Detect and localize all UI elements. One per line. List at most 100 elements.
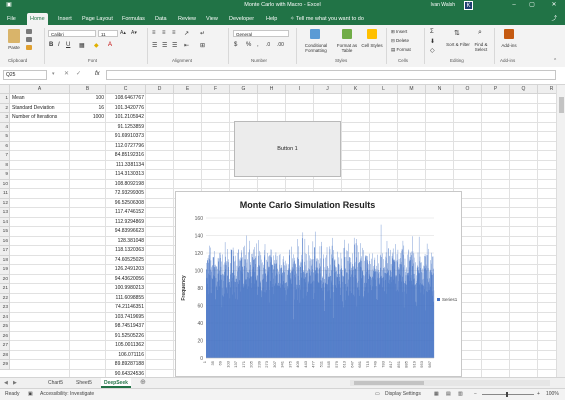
fill-icon[interactable]: ⬇	[430, 38, 435, 45]
fill-color-icon[interactable]: ◆	[94, 42, 99, 49]
find-select-button[interactable]: Find & Select	[470, 42, 492, 52]
close-icon[interactable]: ✕	[547, 1, 561, 10]
zoom-in-icon[interactable]: +	[537, 389, 540, 400]
cell-c27[interactable]: 105.0011362	[106, 341, 144, 351]
format-painter-icon[interactable]	[26, 45, 32, 50]
row-header-12[interactable]: 12	[0, 198, 10, 208]
sheet-tab-chart5[interactable]: Chart5	[45, 378, 66, 388]
tell-me-box[interactable]: ✧ Tell me what you want to do	[290, 13, 364, 25]
delete-button[interactable]: ⊟ Delete	[391, 38, 409, 44]
cancel-icon[interactable]: ✕	[64, 70, 69, 77]
tab-data[interactable]: Data	[152, 13, 170, 25]
column-header-g[interactable]: G	[230, 85, 258, 94]
row-header-8[interactable]: 8	[0, 160, 10, 170]
row-header-6[interactable]: 6	[0, 141, 10, 151]
cell-c19[interactable]: 126.2491203	[106, 265, 144, 275]
row-header-22[interactable]: 22	[0, 293, 10, 303]
column-header-o[interactable]: O	[454, 85, 482, 94]
monte-carlo-chart[interactable]: Monte Carlo Simulation Results 0 20 40 60 80 1…	[175, 191, 462, 377]
cell-c1[interactable]: 108.6467767	[106, 94, 144, 104]
accessibility-status[interactable]: Accessibility: Investigate	[40, 389, 94, 400]
tab-page-layout[interactable]: Page Layout	[79, 13, 116, 25]
insert-function-icon[interactable]: fx	[95, 71, 100, 77]
number-format-select[interactable]: General	[233, 30, 289, 37]
tab-file[interactable]: File	[4, 13, 19, 25]
cell-styles-icon[interactable]	[367, 29, 377, 39]
cell-c12[interactable]: 96.52506308	[106, 199, 144, 209]
cell-a2[interactable]: Standard Deviation	[12, 104, 55, 114]
cell-c14[interactable]: 112.9294869	[106, 218, 144, 228]
row-header-25[interactable]: 25	[0, 322, 10, 332]
cell-c11[interactable]: 72.93299305	[106, 189, 144, 199]
format-as-table-button[interactable]: Format as Table	[334, 43, 360, 53]
merge-center-icon[interactable]: ⊞	[200, 42, 205, 49]
row-header-21[interactable]: 21	[0, 284, 10, 294]
user-name[interactable]: Ivan Walsh	[430, 2, 455, 8]
cell-c2[interactable]: 101.3420776	[106, 104, 144, 114]
horizontal-scroll-thumb[interactable]	[354, 381, 424, 385]
row-header-3[interactable]: 3	[0, 113, 10, 123]
column-header-m[interactable]: M	[398, 85, 426, 94]
macro-record-icon[interactable]: ▣	[28, 389, 33, 400]
cell-c26[interactable]: 91.52505226	[106, 332, 144, 342]
horizontal-scrollbar[interactable]	[350, 380, 550, 386]
row-header-20[interactable]: 20	[0, 274, 10, 284]
add-sheet-icon[interactable]: ⊕	[140, 378, 146, 388]
conditional-formatting-icon[interactable]	[310, 29, 320, 39]
cell-c3[interactable]: 101.2105942	[106, 113, 144, 123]
orientation-icon[interactable]: ↗	[184, 30, 189, 37]
row-header-16[interactable]: 16	[0, 236, 10, 246]
row-header-27[interactable]: 27	[0, 341, 10, 351]
row-header-11[interactable]: 11	[0, 189, 10, 199]
align-top-icon[interactable]: ≡	[152, 30, 156, 36]
avatar[interactable]: K	[464, 1, 473, 10]
zoom-out-icon[interactable]: −	[474, 389, 477, 400]
cell-c18[interactable]: 74.60525025	[106, 256, 144, 266]
cell-c16[interactable]: 128.381048	[106, 237, 144, 247]
cell-c20[interactable]: 94.43620056	[106, 275, 144, 285]
column-header-q[interactable]: Q	[510, 85, 538, 94]
column-header-p[interactable]: P	[482, 85, 510, 94]
increase-decimal-icon[interactable]: .0	[266, 42, 270, 48]
sheet-tab-sheet5[interactable]: Sheet5	[73, 378, 95, 388]
tab-formulas[interactable]: Formulas	[119, 13, 148, 25]
collapse-ribbon-icon[interactable]: ⌃	[553, 58, 557, 64]
row-header-29[interactable]: 29	[0, 360, 10, 370]
format-as-table-icon[interactable]	[342, 29, 352, 39]
column-header-i[interactable]: I	[286, 85, 314, 94]
column-header-r[interactable]: R	[538, 85, 556, 94]
column-header-f[interactable]: F	[202, 85, 230, 94]
conditional-formatting-button[interactable]: Conditional Formatting	[300, 43, 332, 53]
cell-c6[interactable]: 112.0727796	[106, 142, 144, 152]
formula-input[interactable]	[106, 70, 556, 80]
percent-icon[interactable]: %	[246, 42, 251, 48]
row-header-19[interactable]: 19	[0, 265, 10, 275]
tab-view[interactable]: View	[203, 13, 221, 25]
minimize-icon[interactable]: –	[507, 1, 521, 10]
sheet-tab-deepseek[interactable]: DeepSeek	[101, 378, 131, 388]
row-header-7[interactable]: 7	[0, 151, 10, 161]
row-header-23[interactable]: 23	[0, 303, 10, 313]
cell-c24[interactable]: 103.7419695	[106, 313, 144, 323]
cell-b3[interactable]: 1000	[70, 113, 104, 123]
find-select-icon[interactable]: ⌕	[478, 29, 482, 37]
tab-insert[interactable]: Insert	[55, 13, 75, 25]
cell-a1[interactable]: Mean	[12, 94, 25, 104]
row-header-10[interactable]: 10	[0, 179, 10, 189]
select-all-corner[interactable]	[0, 85, 10, 94]
column-header-n[interactable]: N	[426, 85, 454, 94]
cell-c8[interactable]: 111.3381134	[106, 161, 144, 171]
cell-c13[interactable]: 117.4746152	[106, 208, 144, 218]
cell-c7[interactable]: 84.85192316	[106, 151, 144, 161]
cell-c10[interactable]: 108.8092198	[106, 180, 144, 190]
cell-c23[interactable]: 74.21146351	[106, 303, 144, 313]
underline-icon[interactable]: U	[66, 42, 70, 48]
cell-c29[interactable]: 89.89287188	[106, 360, 144, 370]
page-layout-view-icon[interactable]: ▤	[446, 389, 451, 400]
display-settings[interactable]: Display Settings	[385, 389, 421, 400]
cell-b2[interactable]: 16	[70, 104, 104, 114]
align-middle-icon[interactable]: ≡	[162, 30, 166, 36]
column-header-a[interactable]: A	[10, 85, 70, 94]
row-header-24[interactable]: 24	[0, 312, 10, 322]
format-button[interactable]: ▤ Format	[391, 47, 411, 53]
